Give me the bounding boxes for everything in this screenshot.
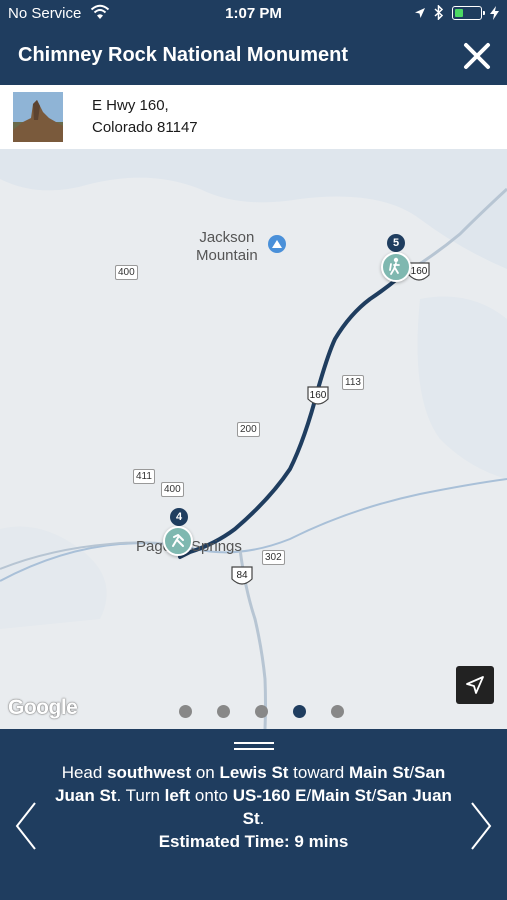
road-label: 400 <box>115 265 138 280</box>
directions-panel: Head southwest on Lewis St toward Main S… <box>0 729 507 900</box>
road-label: 411 <box>133 469 155 484</box>
mountain-icon[interactable] <box>268 235 286 253</box>
bluetooth-icon <box>434 5 444 20</box>
location-arrow-icon <box>415 7 425 18</box>
navigation-arrow-icon <box>466 676 484 694</box>
drag-handle[interactable] <box>234 741 274 751</box>
page-dot[interactable] <box>179 705 192 718</box>
us-route-shield: 160 <box>306 385 330 407</box>
address: E Hwy 160, Colorado 81147 <box>92 95 198 139</box>
previous-step-button[interactable] <box>14 801 38 851</box>
marker-number: 4 <box>170 508 188 526</box>
road-label: 200 <box>237 422 260 437</box>
map[interactable]: Jackson Mountain 400 400 411 200 113 302… <box>0 149 507 729</box>
start-marker[interactable] <box>163 526 193 556</box>
road-label: 302 <box>262 550 285 565</box>
page-dot[interactable] <box>331 705 344 718</box>
direction-text: Head southwest on Lewis St toward Main S… <box>48 761 459 853</box>
estimated-time: Estimated Time: 9 mins <box>158 832 349 851</box>
page-dot[interactable] <box>217 705 230 718</box>
close-button[interactable] <box>461 40 493 72</box>
hiker-icon <box>389 257 400 275</box>
page-title: Chimney Rock National Monument <box>18 44 349 66</box>
road-label: 113 <box>342 375 364 390</box>
address-line1: E Hwy 160, <box>92 97 169 114</box>
locate-me-button[interactable] <box>456 666 494 704</box>
hiking-marker[interactable] <box>381 252 411 282</box>
address-line2: Colorado 81147 <box>92 119 198 136</box>
page-indicator <box>0 705 507 718</box>
header: Chimney Rock National Monument <box>0 28 507 85</box>
next-step-button[interactable] <box>469 801 493 851</box>
status-bar: No Service 1:07 PM <box>0 0 507 28</box>
marker-number: 5 <box>387 234 405 252</box>
place-label-jackson-mountain: Jackson Mountain <box>196 229 258 264</box>
battery-icon <box>452 5 485 20</box>
walk-icon <box>172 534 184 547</box>
us-route-shield: 84 <box>230 565 254 587</box>
charging-bolt-icon <box>490 5 499 20</box>
page-dot[interactable] <box>255 705 268 718</box>
location-info: E Hwy 160, Colorado 81147 <box>0 85 507 149</box>
page-dot-active[interactable] <box>293 705 306 718</box>
road-label: 400 <box>161 482 184 497</box>
location-thumbnail[interactable] <box>13 92 63 142</box>
